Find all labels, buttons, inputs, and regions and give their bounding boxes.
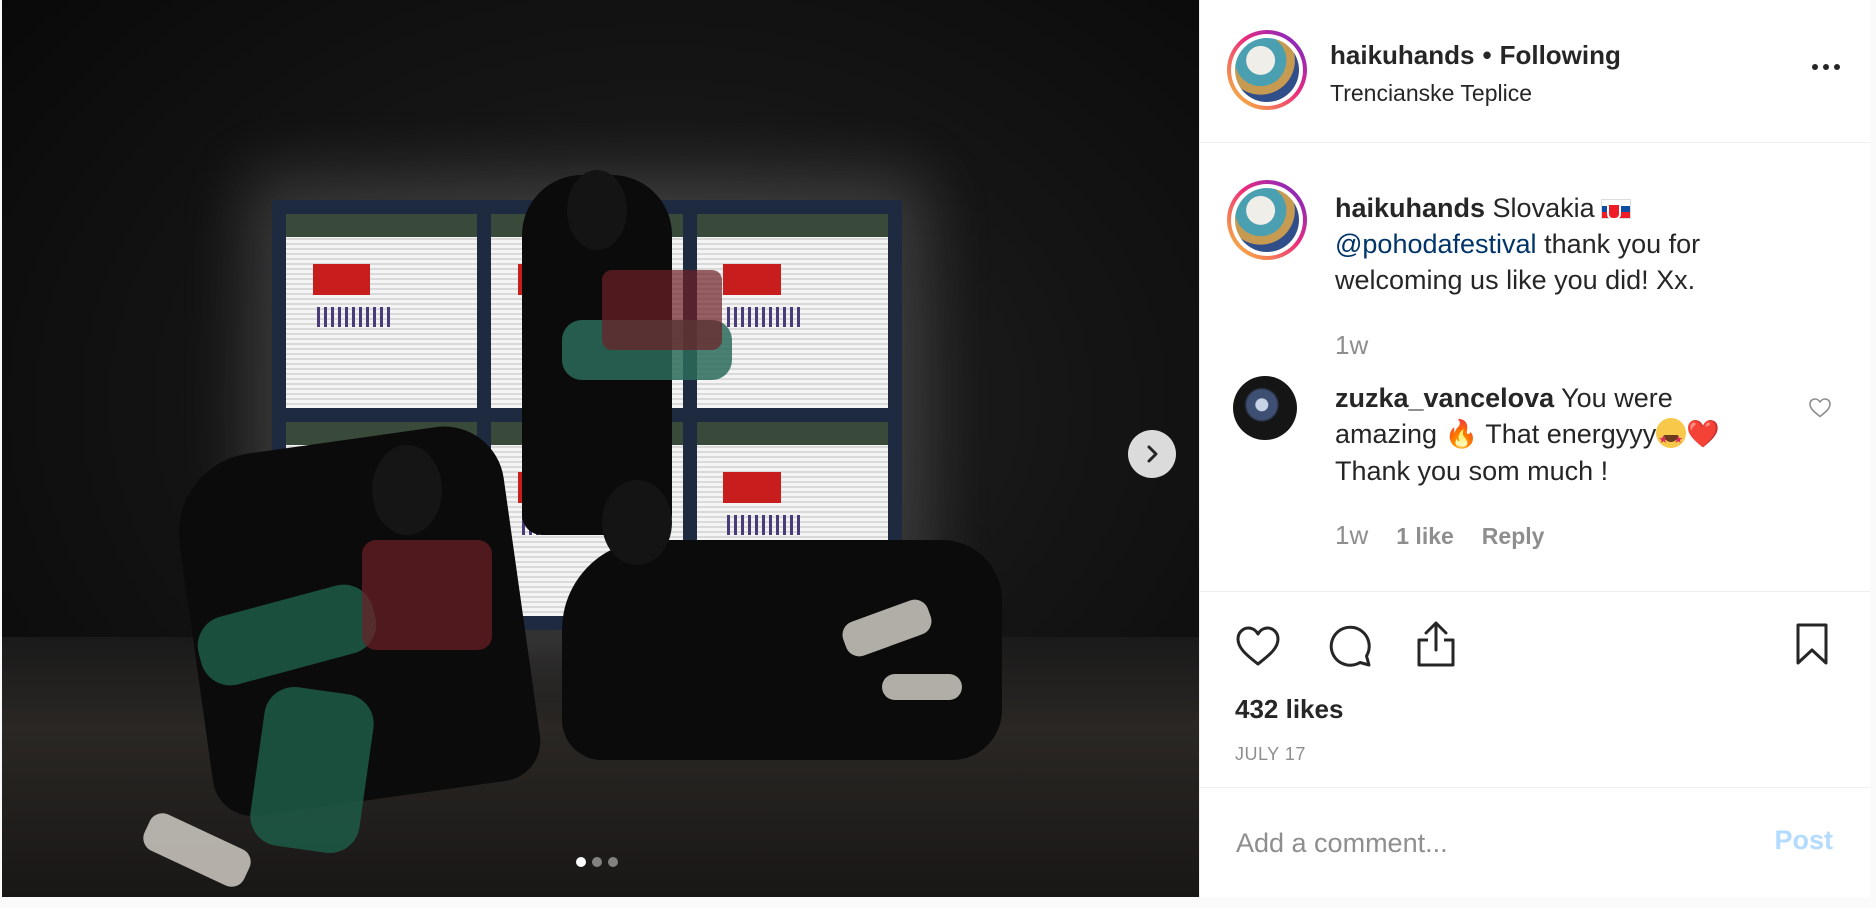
carousel-dot-active (576, 857, 586, 867)
page-bottom-edge (0, 897, 1876, 908)
post-actions: 432 likes JULY 17 (1200, 592, 1870, 788)
author-avatar[interactable] (1227, 30, 1307, 110)
pants-detail (246, 683, 378, 857)
carousel-indicators (576, 857, 618, 867)
caption-text: haikuhands Slovakia @pohodafestival than… (1335, 190, 1755, 298)
separator: • (1482, 40, 1492, 70)
avatar-image (1235, 38, 1299, 102)
fire-emoji-icon: 🔥 (1444, 419, 1479, 450)
chevron-right-icon (1147, 445, 1158, 463)
following-button[interactable]: Following (1500, 40, 1621, 70)
performer-head (372, 445, 442, 535)
comment-timestamp[interactable]: 1w (1335, 520, 1368, 551)
post-comment-button[interactable]: Post (1774, 825, 1833, 856)
like-button[interactable] (1234, 622, 1282, 670)
more-dot (1834, 64, 1840, 70)
caption-username-link[interactable]: haikuhands (1335, 193, 1485, 223)
save-button[interactable] (1788, 620, 1836, 668)
avatar-image (1235, 188, 1299, 252)
post-header: haikuhands • Following Trencianske Teplice (1200, 0, 1870, 143)
comment-button[interactable] (1326, 622, 1374, 670)
post-image[interactable] (2, 0, 1199, 897)
carousel-dot (608, 857, 618, 867)
comment-text-2: That energyyy (1485, 419, 1657, 449)
carousel-dot (592, 857, 602, 867)
comment-meta: 1w 1 like Reply (1335, 520, 1544, 551)
jacket-detail (602, 270, 722, 350)
bookmark-icon (1796, 623, 1828, 665)
performer-head (567, 170, 627, 250)
carousel-next-button[interactable] (1128, 430, 1176, 478)
comment-like-button[interactable] (1808, 396, 1832, 420)
location-link[interactable]: Trencianske Teplice (1330, 80, 1532, 107)
header-user-line: haikuhands • Following (1330, 40, 1621, 71)
share-icon (1417, 621, 1455, 667)
heart-outline-icon (1809, 398, 1831, 418)
performer-lying (562, 540, 1002, 760)
caption-text-start: Slovakia (1492, 193, 1595, 223)
caption-timestamp[interactable]: 1w (1335, 330, 1368, 361)
add-comment-bar: Post (1200, 789, 1870, 897)
screen-panel (696, 214, 888, 408)
slovakia-flag-icon (1600, 199, 1631, 220)
screen-panel (286, 214, 478, 408)
likes-count[interactable]: 432 likes (1235, 694, 1343, 725)
commenter-username-link[interactable]: zuzka_vancelova (1335, 383, 1554, 413)
jacket-detail (362, 540, 492, 650)
sneaker (882, 674, 962, 700)
comment-input[interactable] (1236, 823, 1756, 863)
more-options-button[interactable] (1812, 58, 1840, 76)
post-sidebar: haikuhands • Following Trencianske Teplice… (1199, 0, 1870, 897)
performer-head (602, 480, 672, 565)
comment-likes-link[interactable]: 1 like (1396, 523, 1454, 550)
red-heart-emoji-icon: ❤️ (1686, 419, 1720, 450)
heart-icon (1236, 626, 1280, 666)
comment-text-3: Thank you som much ! (1335, 456, 1609, 486)
post-date[interactable]: JULY 17 (1235, 744, 1306, 765)
comment-bubble-icon (1329, 625, 1371, 667)
star-struck-emoji-icon (1656, 418, 1687, 458)
author-username-link[interactable]: haikuhands (1330, 40, 1474, 70)
comment-text: zuzka_vancelova You were amazing 🔥 That … (1335, 380, 1775, 489)
commenter-avatar[interactable] (1233, 376, 1297, 440)
comments-section: haikuhands Slovakia @pohodafestival than… (1200, 144, 1870, 592)
reply-button[interactable]: Reply (1482, 523, 1545, 550)
share-button[interactable] (1412, 620, 1460, 668)
mention-link[interactable]: @pohodafestival (1335, 229, 1537, 259)
more-dot (1823, 64, 1829, 70)
caption-author-avatar[interactable] (1227, 180, 1307, 260)
more-dot (1812, 64, 1818, 70)
